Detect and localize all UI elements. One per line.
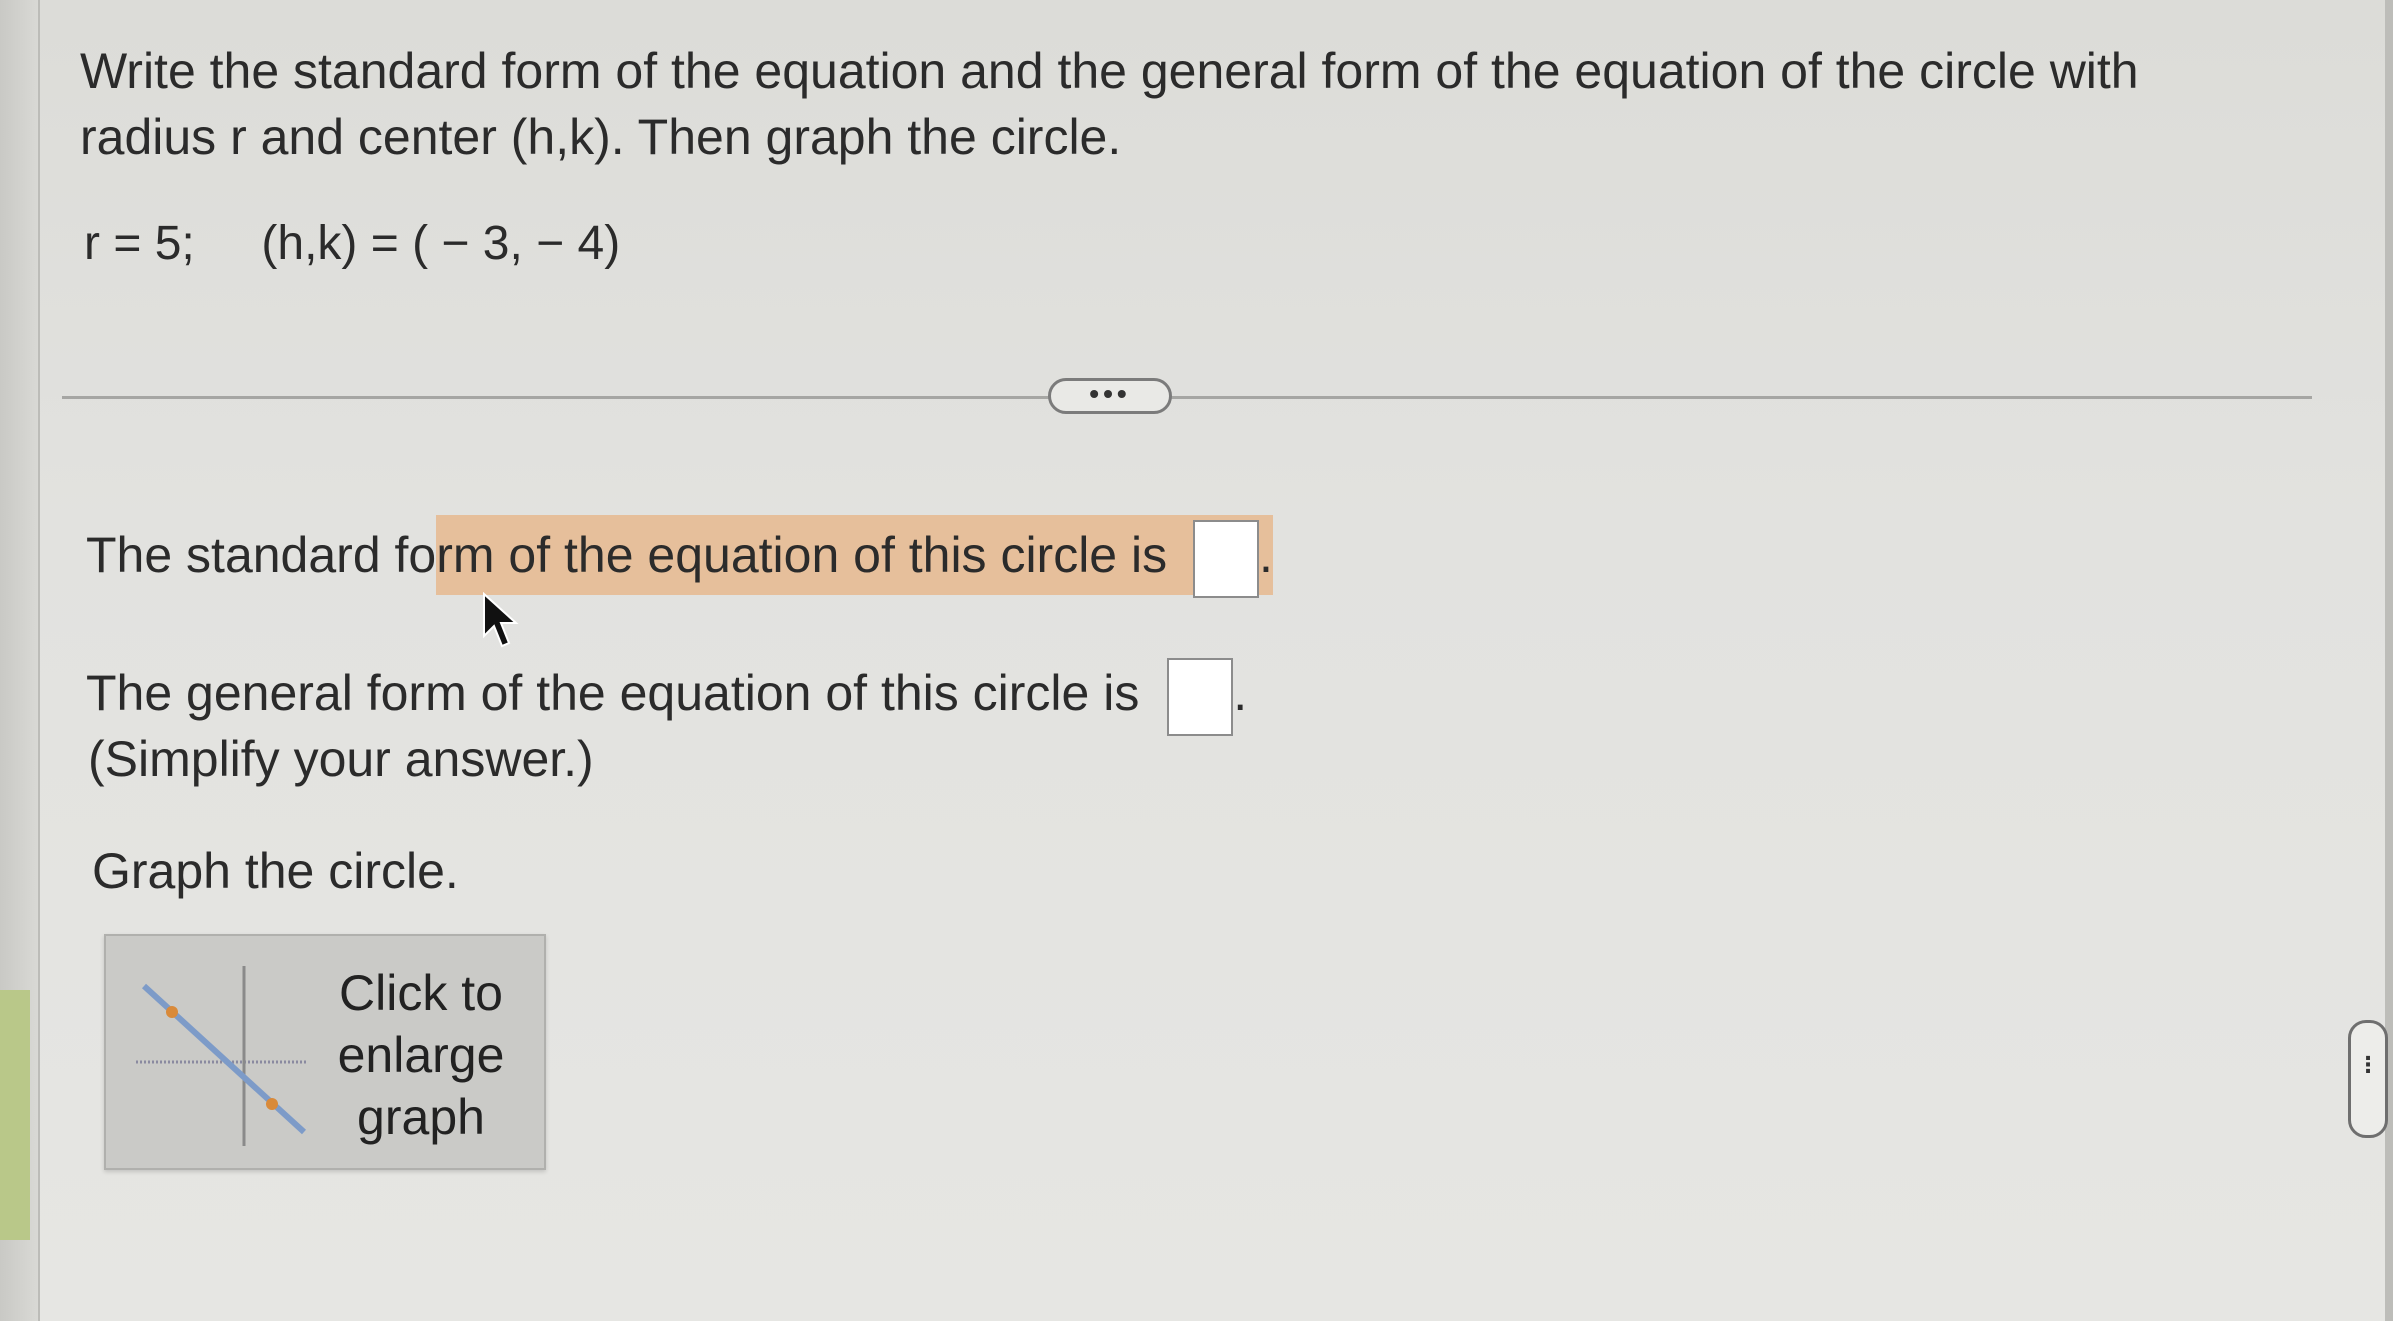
enlarge-graph-label: Click to enlarge graph [337,965,505,1145]
standard-form-highlight-label: rm of the equation of this circle is [436,527,1168,584]
general-form-answer-input[interactable] [1167,658,1234,736]
left-edge-green-strip [0,990,30,1240]
side-panel-handle[interactable]: ⋮ [2348,1020,2388,1138]
general-form-label: The general form of the equation of this… [86,665,1140,722]
standard-form-highlighted-text: rm of the equation of this circle is . [436,515,1273,598]
enlarge-graph-button[interactable]: Click to enlarge graph [104,934,546,1170]
question-text: Write the standard form of the equation … [80,43,2139,165]
standard-form-prefix: The standard fo [86,527,437,584]
mouse-cursor-icon [483,592,519,648]
graph-prompt: Graph the circle. [92,843,459,899]
more-options-button[interactable]: ••• [1048,378,1172,414]
graph-thumbnail-icon [136,966,307,1146]
given-values: r = 5; (h,k) = ( − 3, − 4) [84,217,621,270]
standard-form-line: The standard form of the equation of thi… [86,515,1273,598]
general-form-line: The general form of the equation of this… [86,658,1247,736]
section-divider [62,396,2312,399]
simplify-note: (Simplify your answer.) [88,731,594,787]
standard-form-answer-input[interactable] [1193,520,1260,598]
